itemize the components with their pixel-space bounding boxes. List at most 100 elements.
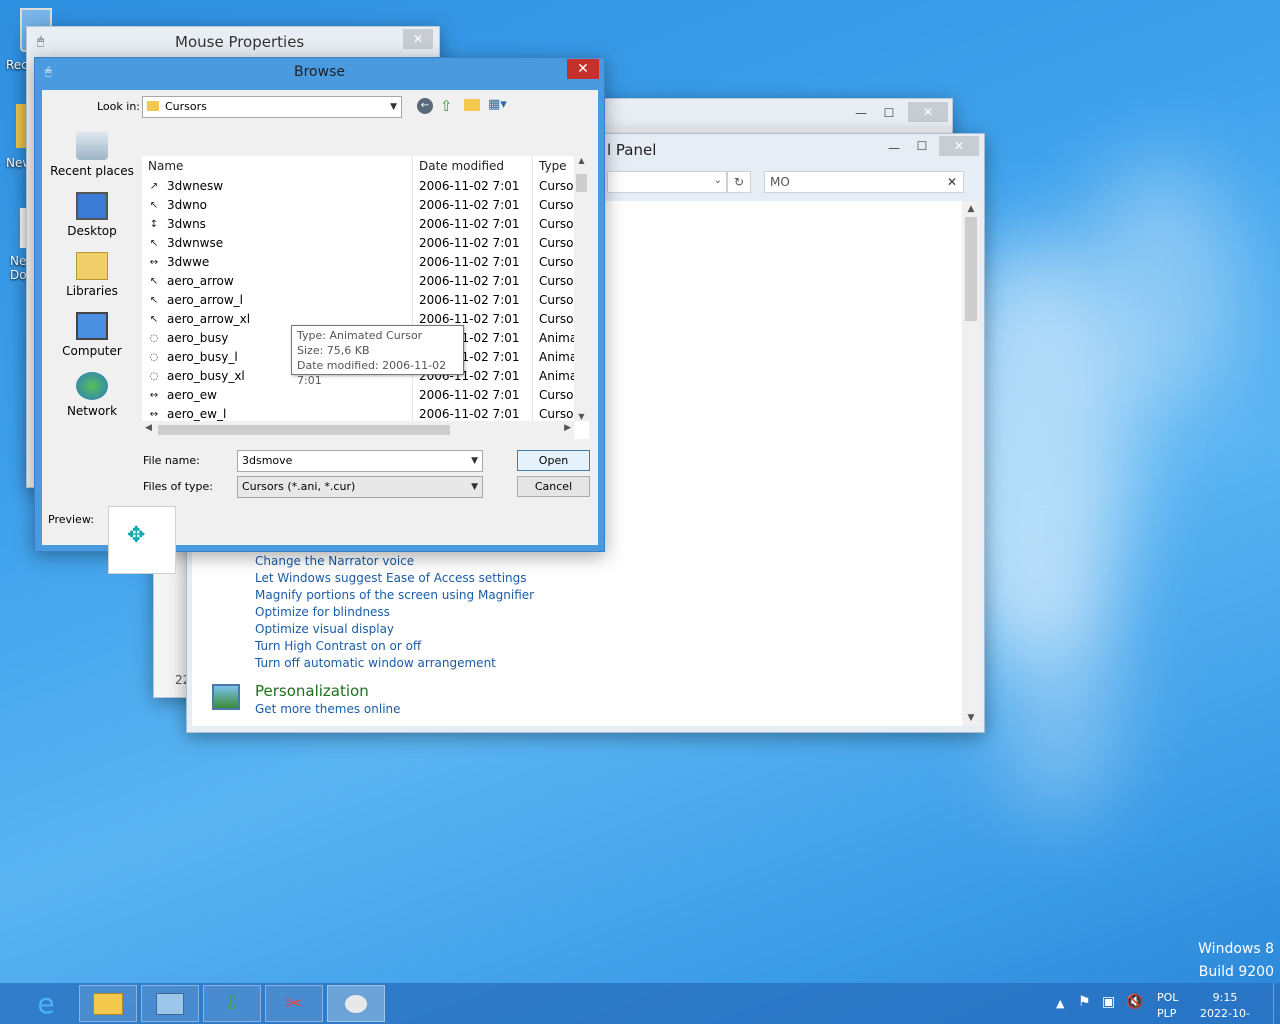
chevron-down-icon[interactable]: ▼: [471, 477, 478, 497]
action-center-icon[interactable]: ⚑: [1078, 994, 1091, 1010]
file-row[interactable]: ↗ 3dwnesw 2006-11-02 7:01 Cursor: [142, 177, 579, 196]
file-date: 2006-11-02 7:01: [419, 293, 520, 307]
maximize-button[interactable]: ☐: [874, 103, 904, 123]
link-optimize-visual[interactable]: Optimize visual display: [255, 622, 394, 636]
file-name: aero_ew: [167, 388, 217, 402]
place-libraries[interactable]: Libraries: [48, 252, 136, 298]
file-row[interactable]: ↖ 3dwnwse 2006-11-02 7:01 Cursor: [142, 234, 579, 253]
vertical-scrollbar[interactable]: ▲ ▼: [574, 156, 589, 421]
link-narrator-voice[interactable]: Change the Narrator voice: [255, 554, 414, 568]
link-more-themes[interactable]: Get more themes online: [255, 702, 401, 716]
place-label: Libraries: [66, 284, 118, 298]
file-name: aero_busy_xl: [167, 369, 245, 383]
scroll-thumb[interactable]: [158, 425, 450, 435]
taskbar-explorer[interactable]: [79, 985, 137, 1022]
column-type[interactable]: Type: [539, 156, 567, 176]
minimize-button[interactable]: —: [879, 138, 909, 158]
scroll-left-icon[interactable]: ◀: [145, 423, 152, 433]
place-network[interactable]: Network: [48, 372, 136, 418]
scroll-down-icon[interactable]: ▼: [574, 412, 589, 421]
search-input[interactable]: MO ✕: [764, 171, 964, 193]
place-desktop[interactable]: Desktop: [48, 192, 136, 238]
file-row[interactable]: ↔ 3dwwe 2006-11-02 7:01 Cursor: [142, 253, 579, 272]
maximize-button[interactable]: ☐: [907, 136, 937, 156]
taskbar-control-panel[interactable]: [141, 985, 199, 1022]
chevron-down-icon[interactable]: ⌄: [714, 175, 722, 186]
clear-search-icon[interactable]: ✕: [947, 172, 957, 192]
window-title: l Panel: [607, 141, 657, 159]
file-row[interactable]: ↖ 3dwno 2006-11-02 7:01 Cursor: [142, 196, 579, 215]
view-menu-icon[interactable]: ▦▾: [488, 97, 507, 112]
horizontal-scrollbar[interactable]: ◀ ▶: [142, 421, 574, 439]
show-desktop-button[interactable]: [1273, 983, 1280, 1024]
place-recent[interactable]: Recent places: [48, 132, 136, 178]
minimize-button[interactable]: —: [846, 103, 876, 123]
file-type-value: Cursors (*.ani, *.cur): [242, 480, 356, 493]
close-button[interactable]: ✕: [939, 136, 979, 156]
tooltip-type: Type: Animated Cursor: [297, 329, 423, 342]
network-icon[interactable]: ▣: [1102, 994, 1115, 1010]
cursor-file-icon: ↔: [149, 257, 159, 268]
close-button[interactable]: ✕: [567, 59, 599, 79]
personalization-title[interactable]: Personalization: [255, 682, 369, 700]
clock-time: 9:15: [1212, 991, 1238, 1004]
file-type: Cursor: [539, 293, 579, 307]
link-window-arrangement[interactable]: Turn off automatic window arrangement: [255, 656, 496, 670]
file-row[interactable]: ↖ aero_arrow 2006-11-02 7:01 Cursor: [142, 272, 579, 291]
file-name-input[interactable]: 3dsmove ▼: [237, 450, 483, 472]
taskbar-ie[interactable]: e: [17, 985, 75, 1022]
file-name: 3dwno: [167, 198, 208, 212]
link-high-contrast[interactable]: Turn High Contrast on or off: [255, 639, 421, 653]
taskbar-accessibility[interactable]: ✂: [265, 985, 323, 1022]
scroll-up-icon[interactable]: ▲: [574, 156, 589, 170]
taskbar-app-green[interactable]: ⇩: [203, 985, 261, 1022]
taskbar-mouse[interactable]: [327, 985, 385, 1022]
recent-places-icon: [76, 132, 108, 160]
file-name: 3dwns: [167, 217, 206, 231]
up-folder-icon[interactable]: ⇧: [440, 97, 453, 115]
preview-label: Preview:: [48, 513, 94, 526]
file-row[interactable]: ↔ aero_ew 2006-11-02 7:01 Cursor: [142, 386, 579, 405]
close-button[interactable]: ✕: [403, 29, 433, 49]
file-list[interactable]: Name ^ Date modified Type ↗ 3dwnesw 2006-1…: [142, 156, 589, 439]
file-name: 3dwwe: [167, 255, 210, 269]
link-suggest-settings[interactable]: Let Windows suggest Ease of Access setti…: [255, 571, 527, 585]
open-button[interactable]: Open: [517, 450, 590, 471]
look-in-combo[interactable]: Cursors ▼: [142, 96, 402, 118]
folder-icon: [147, 101, 159, 111]
look-in-value: Cursors: [165, 100, 207, 113]
file-type: Cursor: [539, 198, 579, 212]
show-hidden-icons[interactable]: ▲: [1056, 997, 1064, 1010]
chevron-down-icon[interactable]: ▼: [471, 451, 478, 471]
address-bar[interactable]: ⌄: [607, 171, 727, 193]
link-optimize-blindness[interactable]: Optimize for blindness: [255, 605, 390, 619]
back-icon[interactable]: ←: [417, 98, 433, 114]
volume-muted-icon[interactable]: 🔇: [1126, 994, 1143, 1010]
link-magnifier[interactable]: Magnify portions of the screen using Mag…: [255, 588, 534, 602]
scroll-down-icon[interactable]: ▼: [962, 710, 980, 726]
cursor-file-icon: ◌: [149, 352, 159, 363]
language-indicator[interactable]: POL PLP: [1157, 990, 1178, 1022]
refresh-icon[interactable]: ↻: [727, 171, 751, 193]
close-button[interactable]: ✕: [908, 102, 948, 122]
scroll-right-icon[interactable]: ▶: [564, 423, 571, 433]
browse-dialog[interactable]: 🖱 Browse ✕ Look in: Cursors ▼ ← ⇧ ▦▾ Rec…: [34, 57, 605, 574]
file-row[interactable]: ↕ 3dwns 2006-11-02 7:01 Cursor: [142, 215, 579, 234]
file-date: 2006-11-02 7:01: [419, 274, 520, 288]
file-row[interactable]: ↖ aero_arrow_l 2006-11-02 7:01 Cursor: [142, 291, 579, 310]
file-tooltip: Type: Animated Cursor Size: 75,6 KB Date…: [291, 325, 464, 387]
cancel-button[interactable]: Cancel: [517, 476, 590, 497]
scroll-thumb[interactable]: [965, 217, 977, 321]
cursor-file-icon: ↖: [149, 238, 159, 249]
place-computer[interactable]: Computer: [48, 312, 136, 358]
new-folder-icon[interactable]: [464, 99, 480, 111]
scroll-thumb[interactable]: [576, 174, 587, 192]
clock[interactable]: 9:15 2022-10-10: [1196, 990, 1254, 1024]
chevron-down-icon[interactable]: ▼: [390, 97, 397, 117]
scrollbar[interactable]: ▲ ▼: [962, 201, 980, 726]
libraries-icon: [76, 252, 108, 280]
scroll-up-icon[interactable]: ▲: [962, 201, 980, 217]
file-type-select[interactable]: Cursors (*.ani, *.cur) ▼: [237, 476, 483, 498]
column-name[interactable]: Name: [148, 156, 183, 176]
column-date[interactable]: Date modified: [419, 156, 504, 176]
